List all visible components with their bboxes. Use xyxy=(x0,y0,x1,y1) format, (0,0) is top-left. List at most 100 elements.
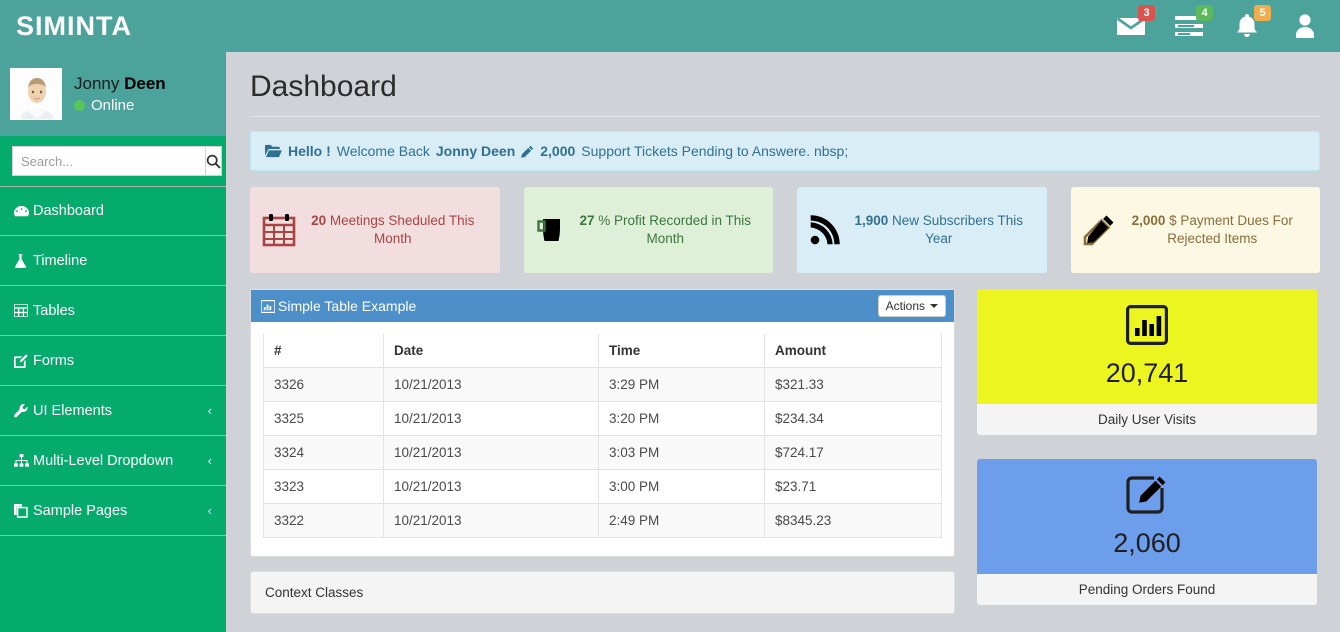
sidebar-item-label: Forms xyxy=(33,352,75,369)
chevron-left-icon: ‹ xyxy=(207,453,212,468)
online-dot-icon xyxy=(74,100,85,111)
user-meta: Jonny Deen Online xyxy=(74,74,166,114)
table-cell: $8345.23 xyxy=(764,503,942,538)
stat-card: 1,900 New Subscribers This Year xyxy=(797,187,1047,273)
calendar-icon xyxy=(262,213,296,247)
edit-square-icon xyxy=(1126,475,1168,520)
table-panel-title-group: Simple Table Example xyxy=(261,298,416,314)
sidebar-item-label: Timeline xyxy=(33,252,88,269)
user-status-label: Online xyxy=(91,97,135,114)
alert-tail: Support Tickets Pending to Answere. nbsp… xyxy=(581,143,849,159)
sidebar-search xyxy=(0,136,226,186)
stat-card-value: 1,900 xyxy=(854,212,889,228)
stat-card: 27 % Profit Recorded in This Month xyxy=(523,187,773,273)
context-classes-title: Context Classes xyxy=(265,585,364,600)
stat-card-value: 27 xyxy=(579,212,595,228)
tasks-badge: 4 xyxy=(1196,5,1213,21)
stat-widget-label: Daily User Visits xyxy=(977,404,1317,435)
user-icon xyxy=(1296,14,1314,38)
table-header-row: # Date Time Amount xyxy=(263,334,942,368)
notifications-button[interactable]: 5 xyxy=(1230,5,1271,43)
bar-chart-icon xyxy=(261,299,275,313)
notifications-badge: 5 xyxy=(1254,5,1271,21)
stat-card: 2,000 $ Payment Dues For Rejected Items xyxy=(1070,187,1320,273)
table-cell: 10/21/2013 xyxy=(383,503,599,538)
mug-icon xyxy=(536,214,568,246)
sidebar-nav: Dashboard Timeline Tables Forms UI Eleme… xyxy=(0,186,226,536)
search-button[interactable] xyxy=(205,146,222,176)
top-header: SIMINTA 3 4 5 xyxy=(0,0,1340,52)
stat-card-label: New Subscribers This Year xyxy=(888,212,1024,246)
stat-card-row: 20 Meetings Sheduled This Month 27 % Pro… xyxy=(250,187,1320,273)
table-cell: 3:29 PM xyxy=(598,367,765,402)
table-cell: $321.33 xyxy=(764,367,942,402)
user-status: Online xyxy=(74,97,166,114)
sitemap-icon xyxy=(14,454,33,467)
left-column: Simple Table Example Actions # Date Time Am… xyxy=(250,289,955,614)
messages-badge: 3 xyxy=(1138,5,1155,21)
table-row: 3324 10/21/2013 3:03 PM $724.17 xyxy=(263,435,942,470)
header-icon-group: 3 4 5 xyxy=(1114,5,1340,43)
search-icon xyxy=(206,154,221,169)
user-name: Jonny Deen xyxy=(74,74,166,94)
sidebar-item-ui-elements[interactable]: UI Elements ‹ xyxy=(0,386,226,436)
table-panel-body: # Date Time Amount 3326 10/21/2013 3:29 PM $32… xyxy=(251,322,954,556)
tasks-button[interactable]: 4 xyxy=(1172,5,1213,43)
table-head: # Date Time Amount xyxy=(263,334,942,368)
sidebar: Jonny Deen Online Dashboard Timeline Tab… xyxy=(0,52,226,632)
table-column-header: # xyxy=(263,334,384,368)
table-cell: 3:20 PM xyxy=(598,401,765,436)
page-title: Dashboard xyxy=(250,70,397,103)
user-last-name: Deen xyxy=(124,74,166,93)
alert-count: 2,000 xyxy=(540,143,576,159)
table-cell: 3:00 PM xyxy=(598,469,765,504)
sidebar-item-tables[interactable]: Tables xyxy=(0,286,226,336)
stat-widget-top: 20,741 xyxy=(977,289,1317,404)
sidebar-item-forms[interactable]: Forms xyxy=(0,336,226,386)
table-cell: 3325 xyxy=(263,401,384,436)
messages-button[interactable]: 3 xyxy=(1114,5,1155,43)
stat-card: 20 Meetings Sheduled This Month xyxy=(250,187,500,273)
user-first-name: Jonny xyxy=(74,74,125,93)
table-cell: 3:03 PM xyxy=(598,435,765,470)
sidebar-item-sample-pages[interactable]: Sample Pages ‹ xyxy=(0,486,226,536)
stat-widget-number: 20,741 xyxy=(1105,357,1189,388)
sidebar-item-dashboard[interactable]: Dashboard xyxy=(0,186,226,236)
stat-widget: 2,060 Pending Orders Found xyxy=(977,459,1317,605)
table-cell: $724.17 xyxy=(764,435,942,470)
lower-section: Simple Table Example Actions # Date Time Am… xyxy=(250,289,1320,629)
title-divider xyxy=(250,116,1320,117)
stat-card-label: Meetings Sheduled This Month xyxy=(326,212,475,246)
actions-dropdown-button[interactable]: Actions xyxy=(877,295,946,317)
chevron-down-icon xyxy=(930,304,938,308)
sidebar-item-multi-level-dropdown[interactable]: Multi-Level Dropdown ‹ xyxy=(0,436,226,486)
search-input[interactable] xyxy=(12,146,205,176)
sidebar-item-label: Multi-Level Dropdown xyxy=(33,452,174,469)
actions-label: Actions xyxy=(885,299,925,313)
table-cell: 10/21/2013 xyxy=(383,435,599,470)
welcome-alert: Hello ! Welcome Back Jonny Deen 2,000 Su… xyxy=(250,131,1320,171)
sidebar-item-label: Sample Pages xyxy=(33,502,128,519)
stat-card-text: 2,000 $ Payment Dues For Rejected Items xyxy=(1117,212,1309,248)
table-cell: 3326 xyxy=(263,367,384,402)
table-cell: 10/21/2013 xyxy=(383,469,599,504)
wrench-icon xyxy=(14,403,33,418)
flask-icon xyxy=(14,253,33,268)
stat-card-text: 20 Meetings Sheduled This Month xyxy=(298,212,488,248)
table-row: 3326 10/21/2013 3:29 PM $321.33 xyxy=(263,367,942,402)
stat-card-text: 1,900 New Subscribers This Year xyxy=(843,212,1035,248)
table-cell: $234.34 xyxy=(764,401,942,436)
sidebar-item-label: Tables xyxy=(33,302,75,319)
table-row: 3325 10/21/2013 3:20 PM $234.34 xyxy=(263,401,942,436)
stat-card-label: % Profit Recorded in This Month xyxy=(594,212,752,246)
table-cell: 10/21/2013 xyxy=(383,401,599,436)
table-column-header: Time xyxy=(598,334,765,368)
table-cell: 10/21/2013 xyxy=(383,367,599,402)
stat-card-text: 27 % Profit Recorded in This Month xyxy=(570,212,762,248)
simple-table-panel: Simple Table Example Actions # Date Time Am… xyxy=(250,289,955,557)
user-menu-button[interactable] xyxy=(1288,9,1322,43)
folder-open-icon xyxy=(265,144,282,158)
sidebar-user-panel: Jonny Deen Online xyxy=(0,52,226,136)
sidebar-item-label: Dashboard xyxy=(33,203,104,219)
sidebar-item-timeline[interactable]: Timeline xyxy=(0,236,226,286)
